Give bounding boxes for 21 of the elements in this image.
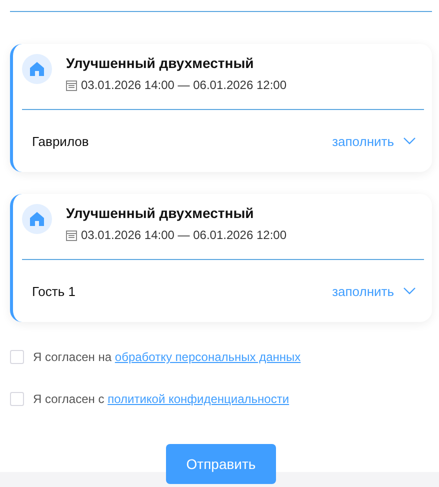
checkbox[interactable] bbox=[10, 350, 24, 364]
calendar-icon bbox=[66, 80, 77, 90]
submit-button[interactable]: Отправить bbox=[166, 444, 276, 484]
chevron-icon bbox=[403, 287, 416, 295]
room-title: Улучшенный двухместный bbox=[66, 55, 255, 71]
checkbox[interactable] bbox=[10, 392, 24, 406]
fill-button[interactable]: заполнить bbox=[332, 134, 416, 148]
calendar-icon bbox=[66, 230, 77, 240]
room-title: Улучшенный двухместный bbox=[66, 205, 255, 221]
date-range: 03.01.2026 14:00 — 06.01.2026 12:00 bbox=[81, 228, 287, 242]
consent-link[interactable]: политикой конфиденциальности bbox=[108, 392, 290, 406]
consent-link[interactable]: обработку персональных данных bbox=[114, 350, 301, 364]
guest-name: Гаврилов bbox=[32, 134, 89, 148]
guest-name: Гость 1 bbox=[32, 284, 76, 298]
home-icon bbox=[22, 204, 52, 234]
consent-text: Я согласен на обработку персональных данных bbox=[33, 350, 301, 364]
fill-button[interactable]: заполнить bbox=[332, 284, 416, 298]
home-icon bbox=[22, 54, 52, 84]
consent-text: Я согласен с политикой конфиденциальности bbox=[33, 392, 290, 406]
date-range: 03.01.2026 14:00 — 06.01.2026 12:00 bbox=[81, 78, 287, 92]
chevron-icon bbox=[403, 137, 416, 145]
